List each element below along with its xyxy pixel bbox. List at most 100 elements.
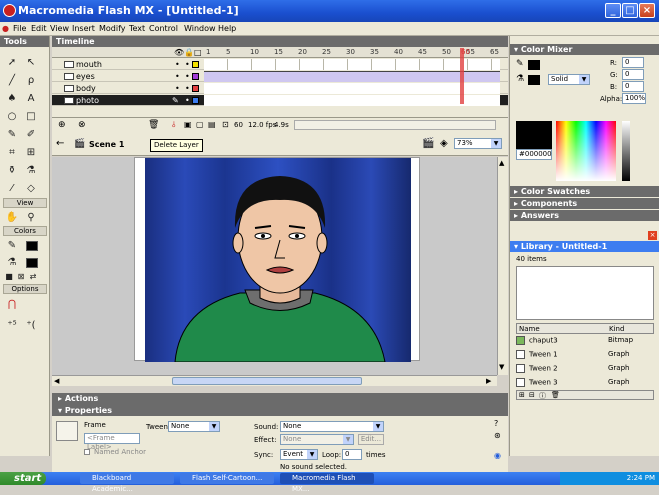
- menu-edit[interactable]: Edit: [31, 24, 47, 33]
- lock-dot[interactable]: •: [185, 97, 190, 105]
- lock-dot[interactable]: •: [185, 61, 190, 69]
- hex-input[interactable]: #000000: [516, 149, 552, 160]
- eyedropper-tool-icon[interactable]: ⁄: [5, 182, 19, 196]
- taskbar-item-active[interactable]: Macromedia Flash MX...: [280, 473, 374, 493]
- named-anchor-checkbox[interactable]: [84, 449, 90, 455]
- effect-select[interactable]: None ▼: [280, 434, 354, 445]
- layer-row-body[interactable]: body • •: [52, 83, 508, 94]
- sound-select[interactable]: None ▼: [280, 421, 384, 432]
- document-icon[interactable]: ●: [2, 24, 9, 33]
- help-icon[interactable]: ?: [494, 419, 498, 428]
- layer-color-box[interactable]: [192, 61, 199, 68]
- taskbar-item[interactable]: Blackboard Academic...: [80, 473, 174, 493]
- eye-column-icon[interactable]: 👁: [174, 48, 184, 57]
- color-swatches-header[interactable]: ▸ Color Swatches: [510, 186, 659, 197]
- components-header[interactable]: ▸ Components: [510, 198, 659, 209]
- cartoon-portrait[interactable]: [135, 158, 421, 362]
- straighten-icon[interactable]: ⁺(: [24, 319, 38, 333]
- menu-insert[interactable]: Insert: [72, 24, 95, 33]
- free-transform-tool-icon[interactable]: ⌗: [5, 146, 19, 160]
- visibility-dot[interactable]: •: [175, 73, 180, 81]
- oval-tool-icon[interactable]: ○: [5, 110, 19, 124]
- stage-vscroll[interactable]: ▲ ▼: [497, 157, 508, 375]
- fill-bucket-icon[interactable]: ⚗: [516, 74, 524, 84]
- layer-color-box[interactable]: [192, 73, 199, 80]
- scroll-up-icon[interactable]: ▲: [499, 159, 504, 167]
- fill-transform-tool-icon[interactable]: ⊞: [24, 146, 38, 160]
- center-frame-icon[interactable]: ⫰: [172, 120, 175, 130]
- sync-select[interactable]: Event ▼: [280, 449, 318, 460]
- layer-row-photo[interactable]: photo ✎ •: [52, 95, 508, 106]
- hand-tool-icon[interactable]: ✋: [5, 211, 19, 225]
- edit-symbol-icon[interactable]: ◈: [440, 138, 448, 149]
- actions-panel-header[interactable]: ▸ Actions: [52, 393, 508, 405]
- frame-track[interactable]: [204, 95, 500, 106]
- kind-column[interactable]: Kind: [609, 325, 624, 333]
- layer-color-box[interactable]: [192, 97, 199, 104]
- properties-icon[interactable]: ⓘ: [539, 391, 546, 401]
- delete-icon[interactable]: 🗑: [551, 391, 560, 399]
- green-input[interactable]: 0: [622, 69, 644, 80]
- loop-input[interactable]: 0: [342, 449, 362, 460]
- scroll-down-icon[interactable]: ▼: [499, 363, 504, 371]
- red-input[interactable]: 0: [622, 57, 644, 68]
- edit-sound-button[interactable]: Edit...: [358, 434, 384, 445]
- modify-markers-icon[interactable]: ⊡: [222, 120, 229, 129]
- smooth-icon[interactable]: ⁺⁵: [5, 319, 19, 333]
- add-guide-icon[interactable]: ⊗: [78, 120, 86, 130]
- library-item[interactable]: Tween 1 Graph: [516, 350, 654, 363]
- text-tool-icon[interactable]: A: [24, 92, 38, 106]
- menu-view[interactable]: View: [50, 24, 69, 33]
- sound-info-icon[interactable]: ◉: [494, 451, 501, 460]
- library-close-icon[interactable]: ×: [648, 231, 657, 240]
- paint-bucket-tool-icon[interactable]: ⚗: [24, 164, 38, 178]
- onion-skin-icon[interactable]: ▣: [184, 120, 192, 129]
- lock-column-icon[interactable]: 🔒: [184, 48, 194, 57]
- pencil-tool-icon[interactable]: ✎: [5, 128, 19, 142]
- ink-bottle-tool-icon[interactable]: ⚱: [5, 164, 19, 178]
- answers-header[interactable]: ▸ Answers: [510, 210, 659, 221]
- color-mixer-header[interactable]: ▾ Color Mixer: [510, 44, 659, 55]
- minimize-button[interactable]: _: [605, 3, 621, 18]
- frame-label-input[interactable]: <Frame Label>: [84, 433, 140, 451]
- visibility-dot[interactable]: •: [175, 85, 180, 93]
- lock-dot[interactable]: •: [185, 73, 190, 81]
- onion-outline-icon[interactable]: ▢: [196, 120, 204, 129]
- timeline-ruler[interactable]: 👁 🔒 □ 1 5 10 15 20 25 30 35 40 45 50 55 …: [52, 47, 508, 58]
- lock-dot[interactable]: •: [185, 85, 190, 93]
- swap-colors-icon[interactable]: ⇄: [26, 270, 40, 284]
- properties-header[interactable]: ▾ Properties: [52, 405, 508, 416]
- outline-column-icon[interactable]: □: [194, 48, 202, 57]
- timeline-header[interactable]: Timeline: [52, 36, 508, 47]
- frame-track[interactable]: [204, 59, 500, 70]
- timeline-hscroll[interactable]: [294, 120, 496, 130]
- delete-layer-icon[interactable]: 🗑: [148, 120, 159, 130]
- subselect-tool-icon[interactable]: ↖: [24, 56, 38, 70]
- pen-tool-icon[interactable]: ♠: [5, 92, 19, 106]
- frame-track[interactable]: [204, 83, 500, 94]
- fill-swatch[interactable]: [528, 75, 540, 85]
- menu-modify[interactable]: Modify: [99, 24, 126, 33]
- new-folder-icon[interactable]: ⊟: [529, 391, 535, 399]
- eraser-tool-icon[interactable]: ◇: [24, 182, 38, 196]
- stroke-color-icon[interactable]: ✎: [5, 239, 19, 253]
- tween-select[interactable]: None ▼: [168, 421, 220, 432]
- zoom-select[interactable]: 73% ▼: [454, 138, 502, 149]
- library-item[interactable]: Tween 2 Graph: [516, 364, 654, 377]
- stage[interactable]: [134, 157, 421, 362]
- new-symbol-icon[interactable]: ⊞: [519, 391, 525, 399]
- line-tool-icon[interactable]: ╱: [5, 74, 19, 88]
- fill-color-icon[interactable]: ⚗: [5, 256, 19, 270]
- snap-magnet-icon[interactable]: ⋂: [5, 298, 19, 312]
- maximize-button[interactable]: □: [622, 3, 638, 18]
- start-button[interactable]: start: [0, 472, 46, 485]
- layer-row-mouth[interactable]: mouth • •: [52, 59, 508, 70]
- stage-hscroll[interactable]: ◀ ▶: [52, 375, 497, 386]
- layer-color-box[interactable]: [192, 85, 199, 92]
- back-arrow-icon[interactable]: ←: [56, 138, 64, 149]
- zoom-tool-icon[interactable]: ⚲: [24, 211, 38, 225]
- scroll-thumb[interactable]: [172, 377, 362, 385]
- fill-type-select[interactable]: Solid ▼: [548, 74, 590, 85]
- rectangle-tool-icon[interactable]: □: [24, 110, 38, 124]
- playhead[interactable]: [460, 48, 464, 104]
